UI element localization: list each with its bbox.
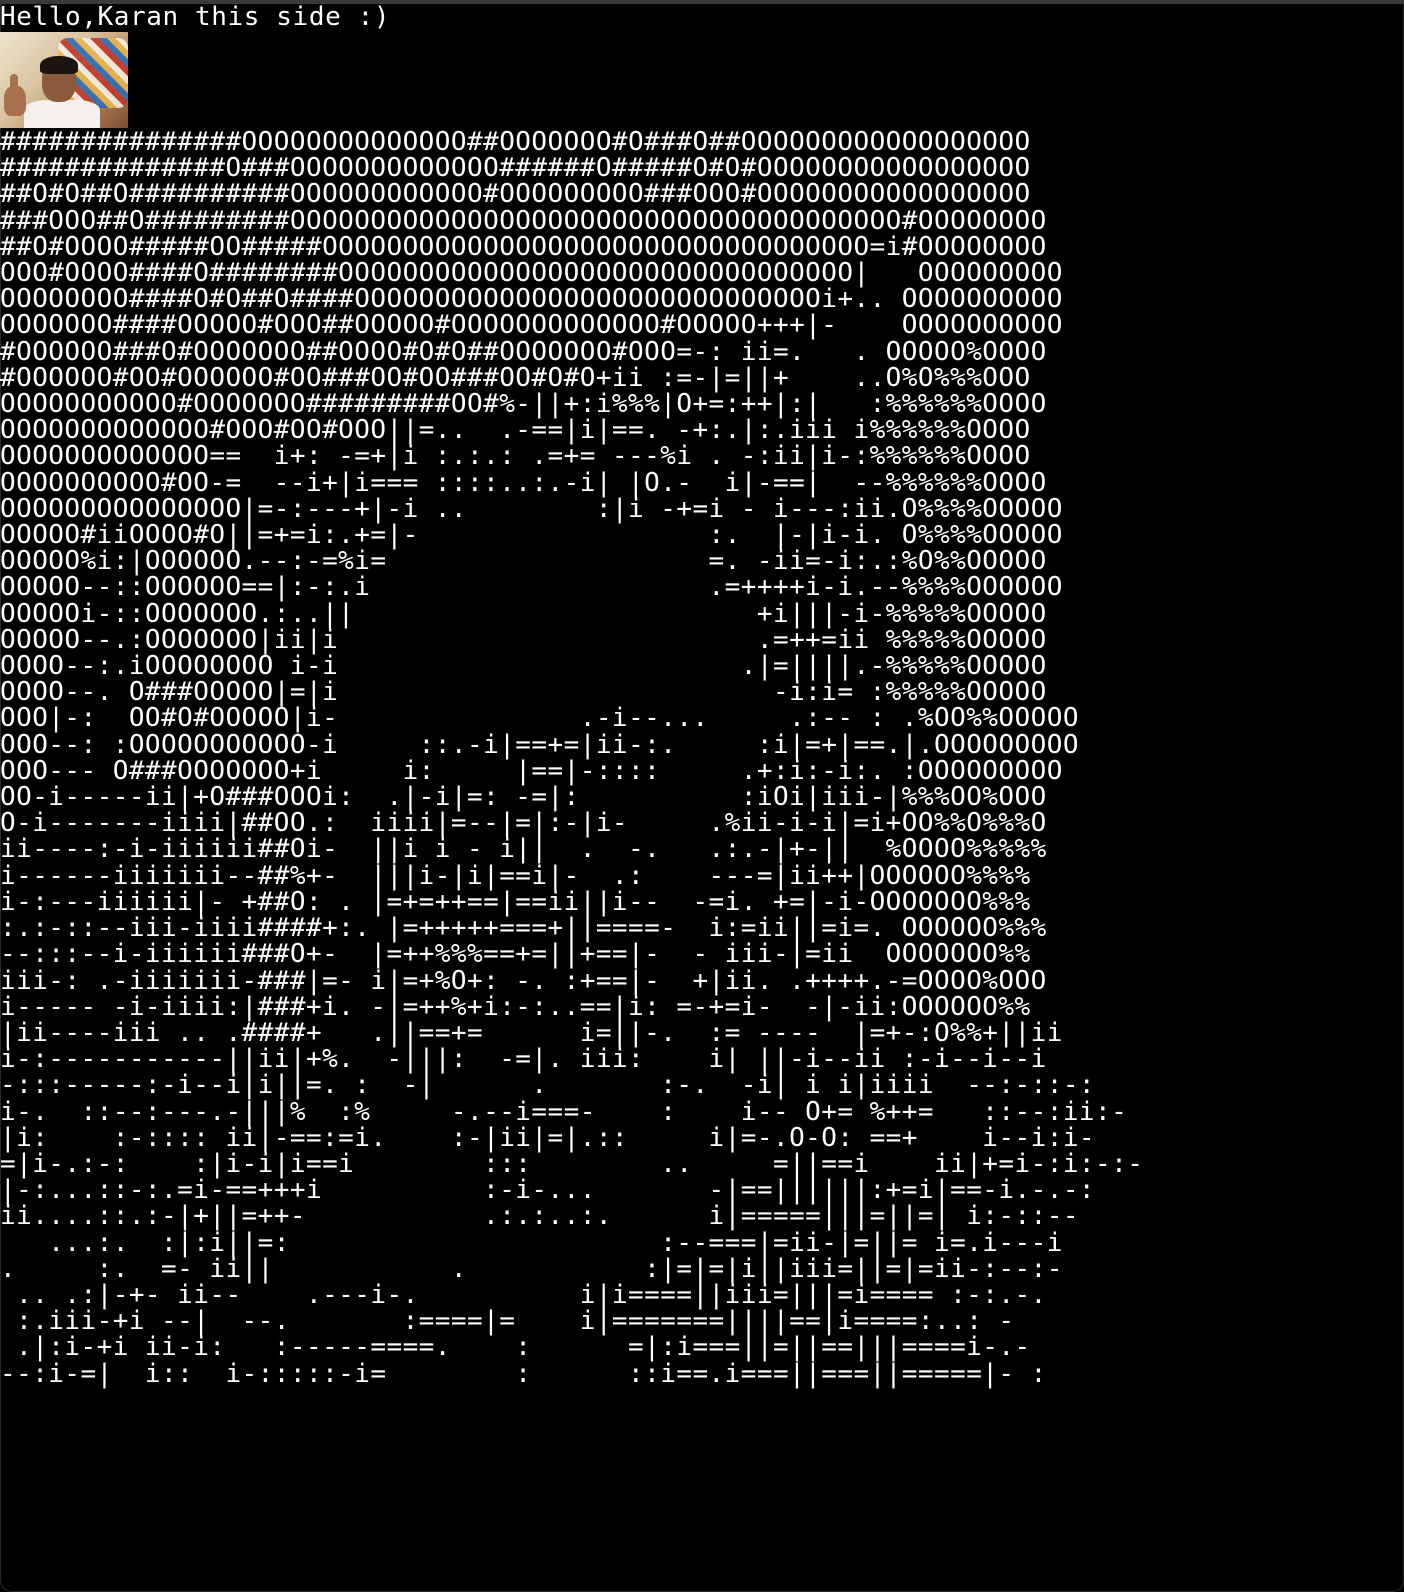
ascii-art-output: ###############OOOOOOOOOOOOOO##OOOOOOO#O… <box>0 129 1143 1387</box>
ascii-line: --:i-=| i:: i-:::::-i= : ::i==.i===||===… <box>0 1358 1047 1389</box>
thumbs-up-icon <box>4 74 26 116</box>
webcam-thumbnail-image <box>0 32 128 128</box>
greeting-text: Hello,Karan this side :) <box>0 2 391 32</box>
terminal-window: Hello,Karan this side :) ###############… <box>0 0 1404 1592</box>
thumbnail-shirt-shape <box>24 100 100 128</box>
thumbnail-hair-shape <box>40 56 78 74</box>
